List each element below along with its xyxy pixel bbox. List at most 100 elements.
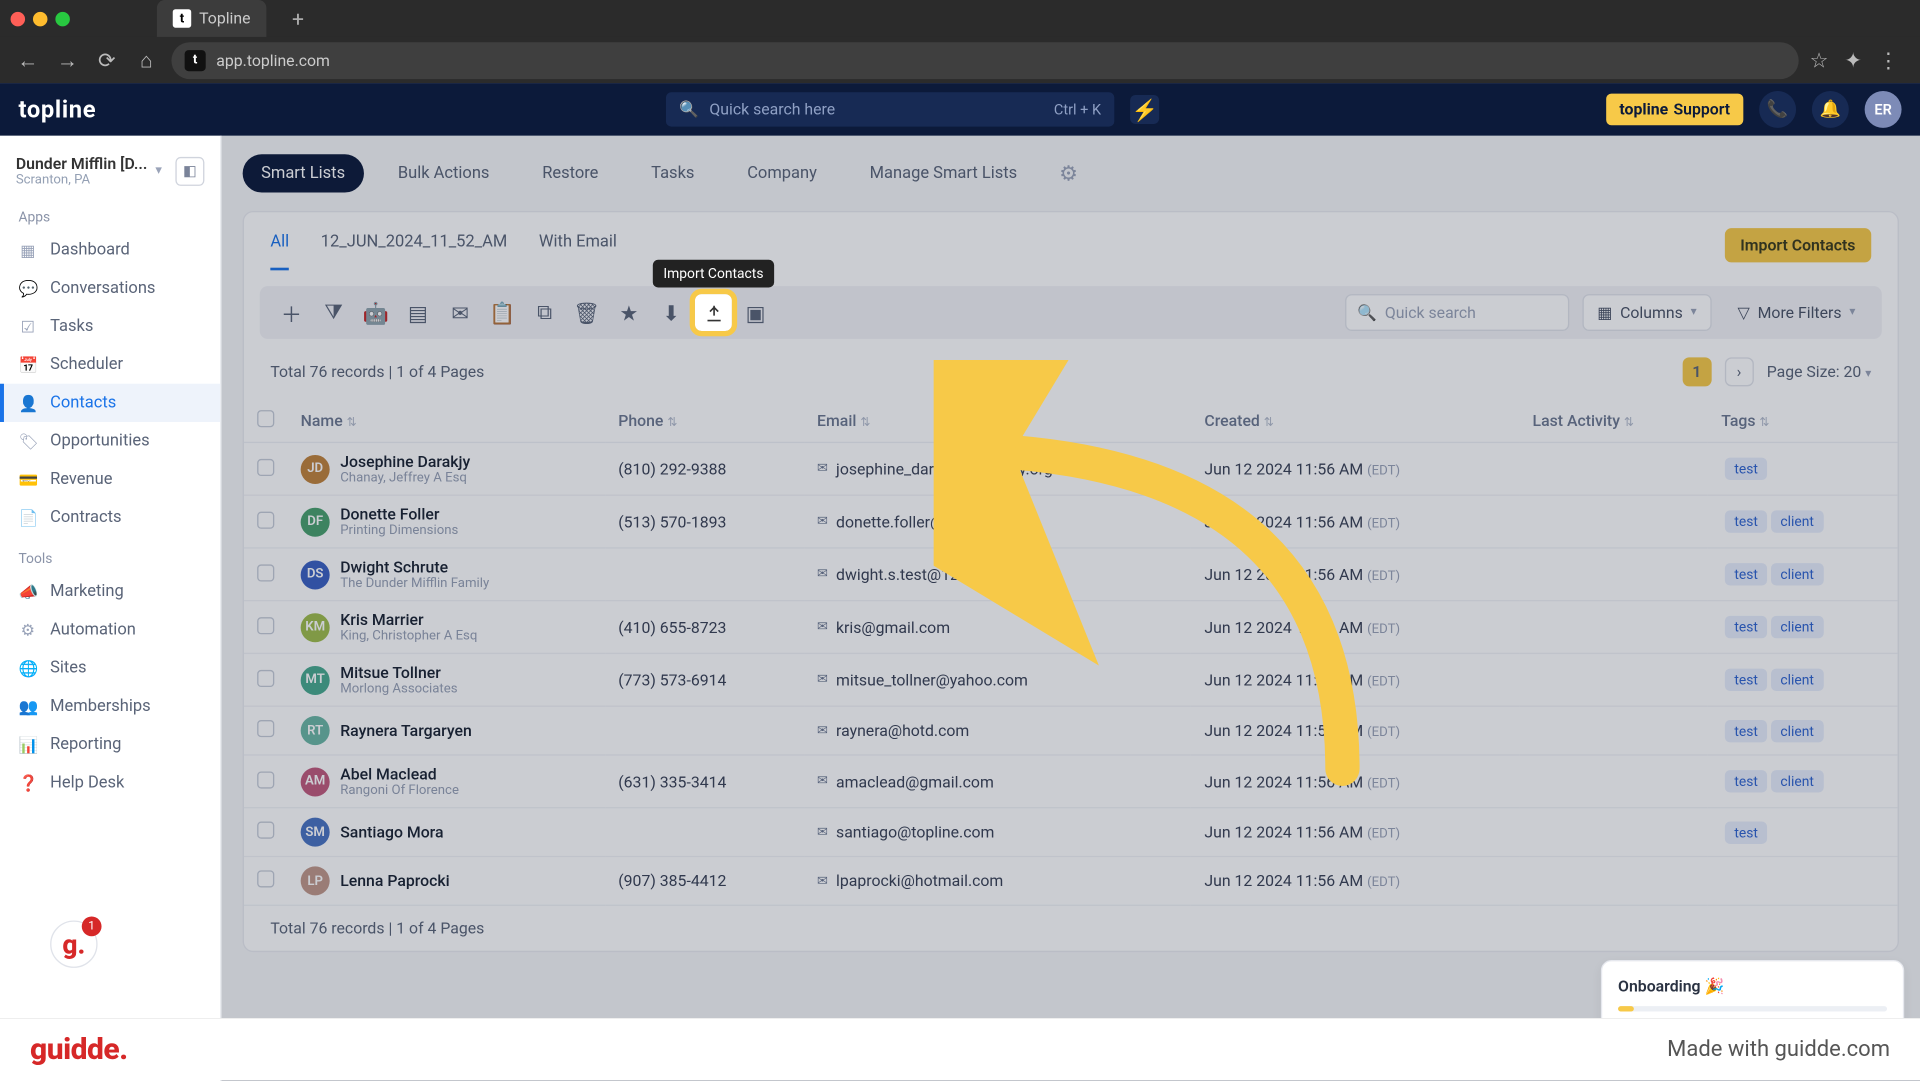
org-switcher[interactable]: Dunder Mifflin [D... Scranton, PA ▾ ◧ <box>0 146 220 195</box>
mail-icon[interactable]: ✉ <box>442 294 479 331</box>
table-row[interactable]: AMAbel MacleadRangoni Of Florence(631) 3… <box>244 755 1898 808</box>
close-window-icon[interactable] <box>11 11 26 26</box>
subtab-12-jun-2024-11-52-am[interactable]: 12_JUN_2024_11_52_AM <box>321 231 508 269</box>
forward-icon[interactable]: → <box>53 45 82 74</box>
maximize-window-icon[interactable] <box>55 11 70 26</box>
table-row[interactable]: DFDonette FollerPrinting Dimensions(513)… <box>244 495 1898 548</box>
add-icon[interactable]: ＋ <box>273 294 310 331</box>
col-phone[interactable]: Phone⇅ <box>605 400 804 443</box>
sidebar-item-revenue[interactable]: 💳Revenue <box>0 460 220 498</box>
user-avatar[interactable]: ER <box>1865 91 1902 128</box>
trash-icon[interactable]: 🗑 <box>568 294 605 331</box>
table-row[interactable]: JDJosephine DarakjyChanay, Jeffrey A Esq… <box>244 442 1898 495</box>
row-checkbox[interactable] <box>257 616 274 633</box>
tag[interactable]: client <box>1771 770 1823 792</box>
sidebar-item-contacts[interactable]: 👤Contacts <box>0 384 220 422</box>
sidebar-item-reporting[interactable]: 📊Reporting <box>0 725 220 763</box>
page-size[interactable]: Page Size: 20 ▾ <box>1767 363 1872 381</box>
row-checkbox[interactable] <box>257 564 274 581</box>
table-row[interactable]: DSDwight SchruteThe Dunder Mifflin Famil… <box>244 548 1898 601</box>
home-icon[interactable]: ⌂ <box>132 45 161 74</box>
col-email[interactable]: Email⇅ <box>804 400 1191 443</box>
contact-book-icon[interactable]: ▣ <box>737 294 774 331</box>
gear-icon[interactable]: ⚙ <box>1051 156 1085 190</box>
col-last-activity[interactable]: Last Activity⇅ <box>1519 400 1708 443</box>
page-current[interactable]: 1 <box>1682 357 1711 386</box>
columns-dropdown[interactable]: ▦ Columns ▾ <box>1583 294 1711 331</box>
sidebar-item-opportunities[interactable]: 🏷Opportunities <box>0 422 220 460</box>
new-tab-button[interactable]: + <box>285 5 311 31</box>
sidebar-item-tasks[interactable]: ☑Tasks <box>0 307 220 345</box>
tag[interactable]: test <box>1725 458 1767 480</box>
tag[interactable]: test <box>1725 770 1767 792</box>
sidebar-item-dashboard[interactable]: ▦Dashboard <box>0 231 220 269</box>
download-icon[interactable]: ⬇ <box>653 294 690 331</box>
more-filters-dropdown[interactable]: ▽ More Filters ▾ <box>1724 294 1868 331</box>
tag[interactable]: test <box>1725 719 1767 741</box>
browser-tab[interactable]: t Topline <box>157 0 266 37</box>
table-row[interactable]: KMKris MarrierKing, Christopher A Esq(41… <box>244 601 1898 654</box>
filter-icon[interactable]: ⧩ <box>315 294 352 331</box>
sidebar-item-automation[interactable]: ⚙Automation <box>0 611 220 649</box>
table-row[interactable]: MTMitsue TollnerMorlong Associates(773) … <box>244 653 1898 706</box>
table-row[interactable]: RTRaynera Targaryen✉raynera@hotd.comJun … <box>244 706 1898 755</box>
copy-icon[interactable]: ⧉ <box>526 294 563 331</box>
tag[interactable]: test <box>1725 821 1767 843</box>
sidebar-item-scheduler[interactable]: 📅Scheduler <box>0 345 220 383</box>
robot-icon[interactable]: 🤖 <box>357 294 394 331</box>
bolt-icon[interactable]: ⚡ <box>1130 95 1159 124</box>
panel-toggle-icon[interactable]: ◧ <box>175 156 204 185</box>
chat-icon[interactable]: ▤ <box>400 294 437 331</box>
row-checkbox[interactable] <box>257 720 274 737</box>
clipboard-icon[interactable]: 📋 <box>484 294 521 331</box>
tab-restore[interactable]: Restore <box>524 154 617 192</box>
col-created[interactable]: Created⇅ <box>1191 400 1519 443</box>
address-bar[interactable]: t app.topline.com <box>171 42 1799 79</box>
tag[interactable]: client <box>1771 510 1823 532</box>
tab-smart-lists[interactable]: Smart Lists <box>243 154 364 192</box>
tab-bulk-actions[interactable]: Bulk Actions <box>379 154 508 192</box>
tag[interactable]: test <box>1725 563 1767 585</box>
tag[interactable]: client <box>1771 616 1823 638</box>
tag[interactable]: test <box>1725 669 1767 691</box>
sidebar-item-sites[interactable]: 🌐Sites <box>0 649 220 687</box>
col-tags[interactable]: Tags⇅ <box>1708 400 1898 443</box>
star-icon[interactable]: ★ <box>611 294 648 331</box>
row-checkbox[interactable] <box>257 771 274 788</box>
row-checkbox[interactable] <box>257 458 274 475</box>
menu-icon[interactable]: ⋮ <box>1878 47 1899 72</box>
table-search[interactable]: 🔍 Quick search <box>1345 294 1569 331</box>
tag[interactable]: test <box>1725 510 1767 532</box>
import-contacts-button[interactable]: Import Contacts <box>1724 228 1871 262</box>
global-search[interactable]: 🔍 Quick search here Ctrl + K <box>666 92 1114 126</box>
row-checkbox[interactable] <box>257 822 274 839</box>
page-next[interactable]: › <box>1725 357 1754 386</box>
guidde-bubble[interactable]: g. 1 <box>50 920 97 967</box>
row-checkbox[interactable] <box>257 669 274 686</box>
sidebar-item-conversations[interactable]: 💬Conversations <box>0 269 220 307</box>
extensions-icon[interactable]: ✦ <box>1844 47 1862 72</box>
minimize-window-icon[interactable] <box>33 11 48 26</box>
bookmark-icon[interactable]: ☆ <box>1810 47 1829 72</box>
sidebar-item-contracts[interactable]: 📄Contracts <box>0 498 220 536</box>
tab-manage-smart-lists[interactable]: Manage Smart Lists <box>851 154 1035 192</box>
subtab-all[interactable]: All <box>270 231 289 269</box>
tag[interactable]: client <box>1771 563 1823 585</box>
bell-icon[interactable]: 🔔 <box>1812 91 1849 128</box>
tag[interactable]: client <box>1771 669 1823 691</box>
table-row[interactable]: LPLenna Paprocki(907) 385-4412✉lpaprocki… <box>244 856 1898 905</box>
sidebar-item-memberships[interactable]: 👥Memberships <box>0 687 220 725</box>
row-checkbox[interactable] <box>257 511 274 528</box>
window-controls[interactable] <box>11 11 70 26</box>
sidebar-item-marketing[interactable]: 📣Marketing <box>0 572 220 610</box>
row-checkbox[interactable] <box>257 870 274 887</box>
select-all-checkbox[interactable] <box>257 410 274 427</box>
phone-icon[interactable]: 📞 <box>1759 91 1796 128</box>
table-row[interactable]: SMSantiago Mora✉santiago@topline.comJun … <box>244 808 1898 857</box>
tab-tasks[interactable]: Tasks <box>633 154 713 192</box>
tab-company[interactable]: Company <box>729 154 836 192</box>
support-button[interactable]: topline Support <box>1606 94 1743 126</box>
tag[interactable]: test <box>1725 616 1767 638</box>
col-name[interactable]: Name⇅ <box>287 400 605 443</box>
subtab-with-email[interactable]: With Email <box>539 231 617 269</box>
